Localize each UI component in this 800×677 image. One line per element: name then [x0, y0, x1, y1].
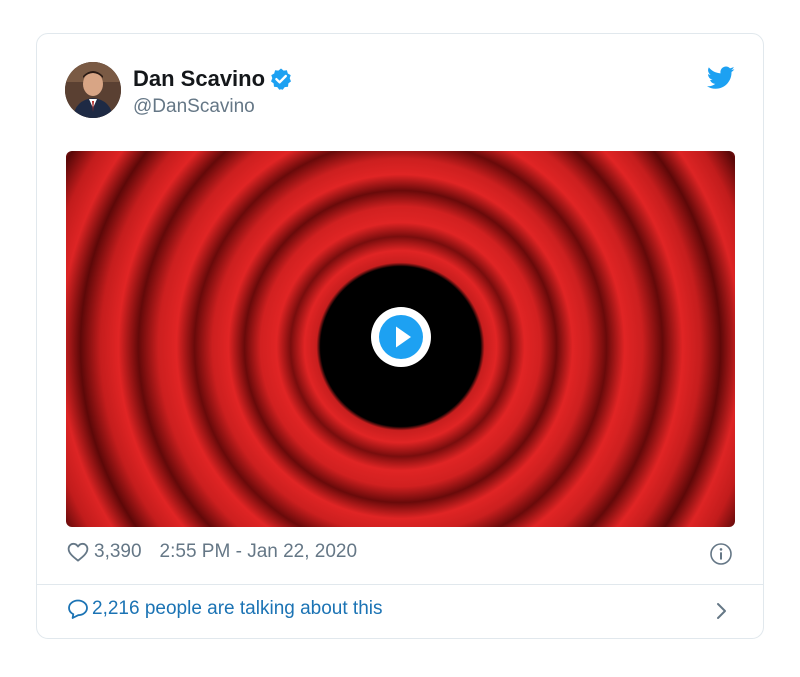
- author-display-name[interactable]: Dan Scavino: [133, 65, 265, 93]
- author-block[interactable]: Dan Scavino @DanScavino: [133, 65, 293, 119]
- info-circle-icon[interactable]: [709, 542, 733, 566]
- play-button[interactable]: [370, 307, 431, 367]
- tweet-timestamp[interactable]: 2:55 PM - Jan 22, 2020: [160, 538, 358, 566]
- avatar[interactable]: [65, 62, 121, 118]
- tweet-header: Dan Scavino @DanScavino: [65, 62, 735, 118]
- play-icon: [371, 308, 430, 366]
- verified-badge-icon: [269, 67, 293, 91]
- speech-bubble-icon: [66, 597, 90, 621]
- heart-outline-icon[interactable]: [66, 540, 90, 564]
- divider: [37, 584, 763, 585]
- tweet-meta: 3,390 2:55 PM - Jan 22, 2020: [66, 540, 733, 568]
- author-handle[interactable]: @DanScavino: [133, 95, 293, 119]
- conversation-link[interactable]: 2,216 people are talking about this: [66, 597, 733, 625]
- like-count[interactable]: 3,390: [94, 538, 142, 566]
- tweet-card: Dan Scavino @DanScavino 3,390 2:55 PM - J…: [36, 33, 764, 639]
- chevron-right-icon[interactable]: [715, 599, 729, 623]
- twitter-bird-icon[interactable]: [706, 66, 735, 90]
- talking-count-text[interactable]: 2,216 people are talking about this: [92, 595, 383, 623]
- video-player[interactable]: [66, 151, 735, 527]
